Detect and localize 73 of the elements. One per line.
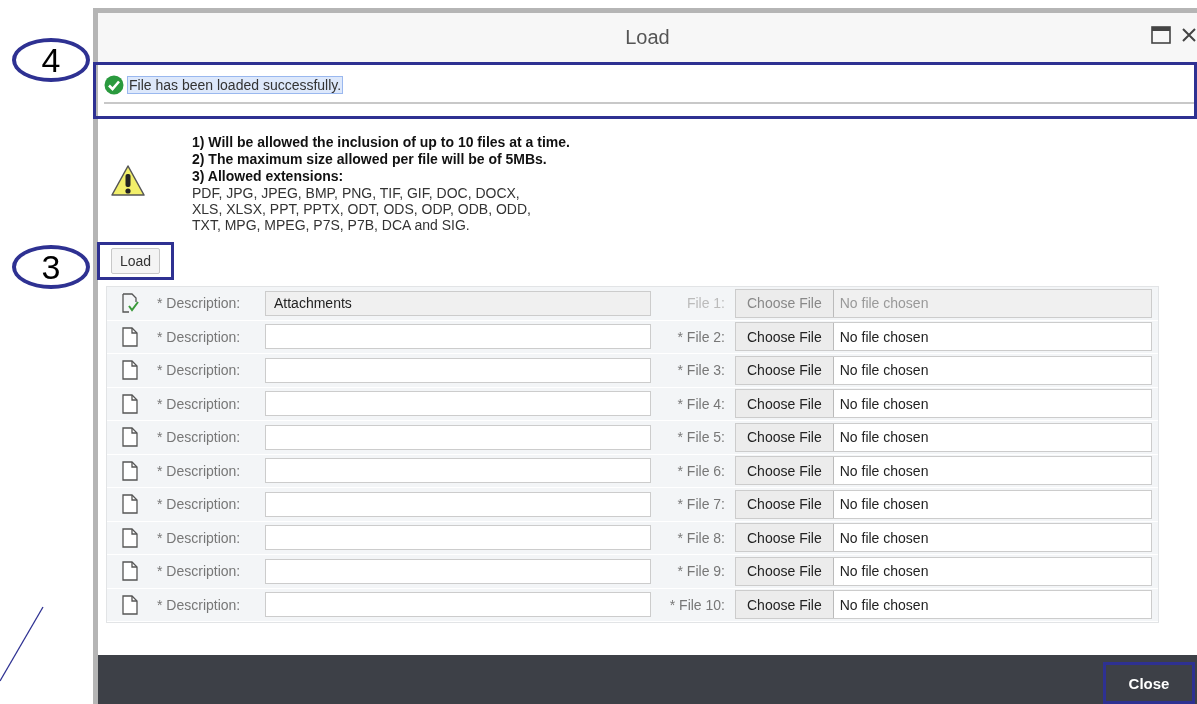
file-status: No file chosen <box>838 563 929 580</box>
close-button[interactable]: Close <box>1103 662 1195 704</box>
description-field[interactable] <box>265 558 651 584</box>
description-label: * Description: <box>156 429 242 446</box>
choose-file-button[interactable]: Choose File <box>736 423 834 451</box>
file-status: No file chosen <box>838 295 929 312</box>
file-label: * File 6: <box>676 462 726 479</box>
rule-text: 3) Allowed extensions: <box>192 167 345 185</box>
description-field[interactable] <box>265 592 651 618</box>
load-button[interactable]: Load <box>111 248 161 274</box>
choose-file-button[interactable]: Choose File <box>736 557 834 585</box>
description-label: * Description: <box>156 295 242 312</box>
dialog-title: Load <box>625 26 670 49</box>
description-field[interactable] <box>265 324 651 350</box>
file-status: No file chosen <box>838 529 929 546</box>
description-label: * Description: <box>156 563 242 580</box>
success-check-icon <box>104 75 124 95</box>
warning-icon <box>110 164 146 198</box>
file-label: * File 4: <box>676 395 726 412</box>
file-status: No file chosen <box>838 362 929 379</box>
file-status: No file chosen <box>838 596 929 613</box>
description-field[interactable] <box>265 458 651 484</box>
file-label: File 1: <box>685 295 726 312</box>
close-icon[interactable] <box>1181 27 1197 43</box>
choose-file-button[interactable]: Choose File <box>736 457 834 485</box>
description-field[interactable] <box>265 491 651 517</box>
choose-file-button[interactable]: Choose File <box>736 323 834 351</box>
choose-file-button[interactable]: Choose File <box>736 524 834 552</box>
file-field[interactable]: Choose File No file chosen <box>735 590 1152 620</box>
file-label: * File 7: <box>676 496 726 513</box>
choose-file-button[interactable]: Choose File <box>736 591 834 619</box>
choose-file-button[interactable]: Choose File <box>736 356 834 384</box>
callout-number: 4 <box>12 38 90 82</box>
file-field[interactable]: Choose File No file chosen <box>735 456 1152 486</box>
choose-file-button[interactable]: Choose File <box>736 390 834 418</box>
description-label: * Description: <box>156 462 242 479</box>
description-field[interactable] <box>265 525 651 551</box>
description-label: * Description: <box>156 395 242 412</box>
file-status: No file chosen <box>838 429 929 446</box>
file-status: No file chosen <box>838 496 929 513</box>
file-label: * File 9: <box>676 563 726 580</box>
description-label: * Description: <box>156 362 242 379</box>
file-label: * File 3: <box>676 362 726 379</box>
file-field[interactable]: Choose File No file chosen <box>735 355 1152 385</box>
file-field[interactable]: Choose File No file chosen <box>735 523 1152 553</box>
callout-number: 3 <box>12 245 90 289</box>
file-status: No file chosen <box>838 328 929 345</box>
description-label: * Description: <box>156 496 242 513</box>
file-label: * File 8: <box>676 529 726 546</box>
file-status: No file chosen <box>838 395 929 412</box>
description-field[interactable] <box>265 424 651 450</box>
description-field[interactable] <box>265 357 651 383</box>
extensions-text: PDF, JPG, JPEG, BMP, PNG, TIF, GIF, DOC, DOCX, <box>192 184 521 201</box>
description-label: * Description: <box>156 328 242 345</box>
description-label: * Description: <box>156 529 242 546</box>
file-label: * File 2: <box>676 328 726 345</box>
file-field[interactable]: Choose File No file chosen <box>735 389 1152 419</box>
maximize-icon[interactable] <box>1151 26 1171 44</box>
description-label: * Description: <box>156 596 242 613</box>
file-label: * File 10: <box>668 596 726 613</box>
description-field[interactable] <box>265 391 651 417</box>
file-label: * File 5: <box>676 429 726 446</box>
extensions-text: XLS, XLSX, PPT, PPTX, ODT, ODS, ODP, ODB, ODD, <box>192 200 532 217</box>
file-field[interactable]: Choose File No file chosen <box>735 489 1152 519</box>
choose-file-button[interactable]: Choose File <box>736 490 834 518</box>
rule-text: 2) The maximum size allowed per file will be of 5MBs. <box>192 150 548 168</box>
success-message: File has been loaded successfully. <box>128 77 343 93</box>
file-field[interactable]: Choose File No file chosen <box>735 422 1152 452</box>
file-field[interactable]: Choose File No file chosen <box>735 322 1152 352</box>
file-status: No file chosen <box>838 462 929 479</box>
extensions-text: TXT, MPG, MPEG, P7S, P7B, DCA and SIG. <box>192 216 471 233</box>
rule-text: 1) Will be allowed the inclusion of up to 10 files at a time. <box>192 133 570 151</box>
file-field[interactable]: Choose File No file chosen <box>735 556 1152 586</box>
